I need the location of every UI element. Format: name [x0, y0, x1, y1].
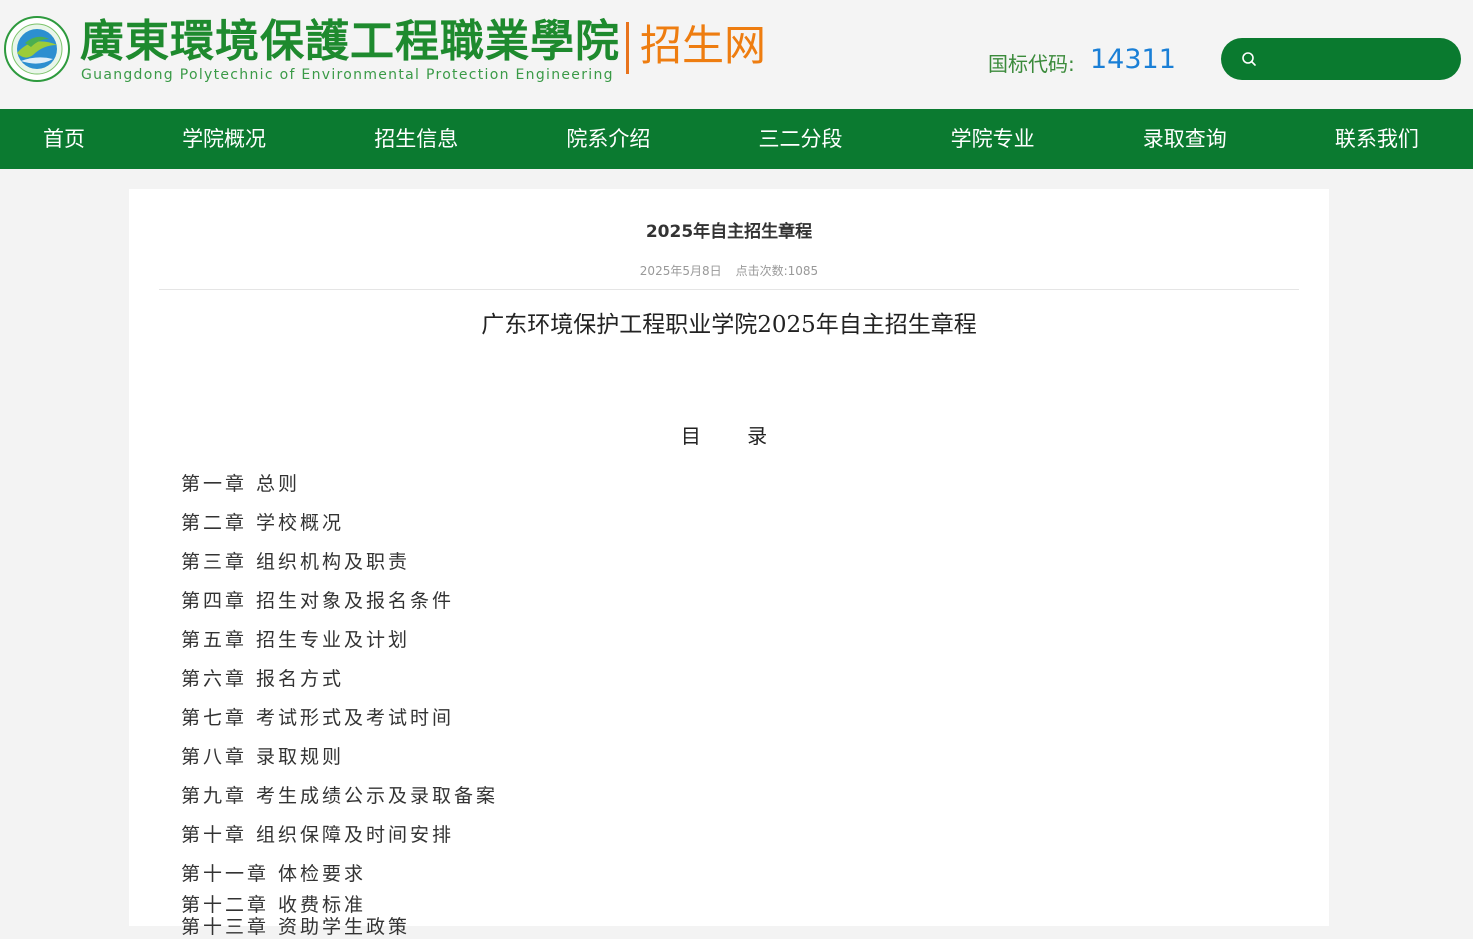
nav-item-majors[interactable]: 学院专业: [897, 109, 1089, 169]
main-nav: 首页 学院概况 招生信息 院系介绍 三二分段 学院专业 录取查询 联系我们: [0, 109, 1473, 169]
toc-item: 第二章 学校概况: [181, 512, 345, 534]
nav-item-about[interactable]: 学院概况: [128, 109, 320, 169]
article-hits: 点击次数:1085: [735, 264, 819, 278]
toc-item: 第四章 招生对象及报名条件: [181, 590, 455, 612]
article-title: 2025年自主招生章程: [645, 222, 813, 242]
divider: [159, 289, 1299, 290]
toc-item: 第八章 录取规则: [181, 746, 345, 768]
nav-item-home[interactable]: 首页: [0, 109, 128, 169]
article-date: 2025年5月8日: [639, 264, 722, 278]
toc-item: 第十一章 体检要求: [181, 863, 367, 885]
toc-item: 第七章 考试形式及考试时间: [181, 707, 455, 729]
search-icon[interactable]: [1241, 51, 1257, 67]
college-name-en: Guangdong Polytechnic of Environmental P…: [81, 67, 614, 83]
toc-item: 第五章 招生专业及计划: [181, 629, 411, 651]
national-code-label: 国标代码:: [988, 52, 1075, 76]
national-code-value: 14311: [1090, 44, 1176, 75]
article-meta: 2025年5月8日 点击次数:1085: [129, 262, 1329, 279]
toc-item: 第三章 组织机构及职责: [181, 551, 411, 573]
site-header: 廣東環境保護工程職業學院 Guangdong Polytechnic of En…: [0, 0, 1473, 109]
nav-item-departments[interactable]: 院系介绍: [512, 109, 704, 169]
toc-item: 第十章 组织保障及时间安排: [181, 824, 455, 846]
college-emblem-icon[interactable]: [3, 15, 71, 83]
toc-item: 第六章 报名方式: [181, 668, 345, 690]
search-box[interactable]: [1221, 38, 1461, 80]
toc-item: 第一章 总则: [181, 473, 301, 495]
nav-item-contact[interactable]: 联系我们: [1281, 109, 1473, 169]
nav-item-32-program[interactable]: 三二分段: [704, 109, 896, 169]
nav-item-admission-query[interactable]: 录取查询: [1089, 109, 1281, 169]
toc-item: 第九章 考生成绩公示及录取备案: [181, 785, 499, 807]
article-panel: 2025年自主招生章程 2025年5月8日 点击次数:1085 广东环境保护工程职…: [129, 189, 1329, 938]
site-name: 招生网: [640, 21, 767, 70]
nav-item-admission-info[interactable]: 招生信息: [320, 109, 512, 169]
college-name-cn: 廣東環境保護工程職業學院: [80, 16, 620, 67]
logo-divider: [626, 22, 629, 74]
document-title: 广东环境保护工程职业学院2025年自主招生章程: [481, 312, 977, 338]
toc-heading: 目 录: [680, 424, 788, 448]
search-input[interactable]: [1265, 44, 1449, 76]
